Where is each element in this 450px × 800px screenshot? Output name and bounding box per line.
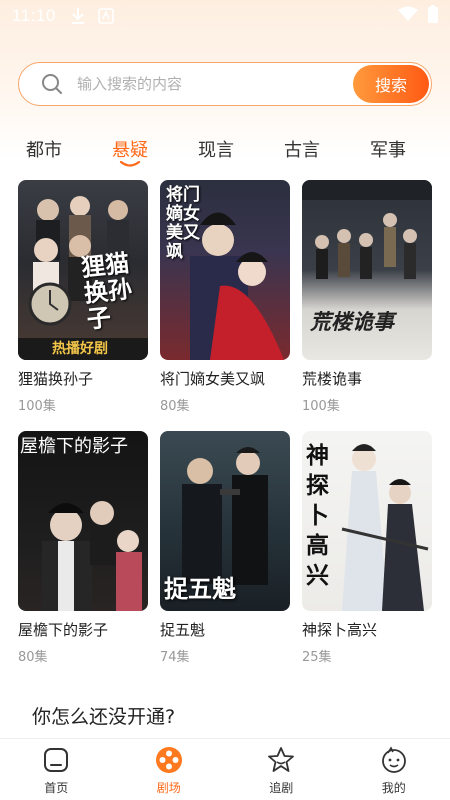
drama-card[interactable]: 狸猫换孙子 热播好剧 狸猫换孙子 100集 bbox=[18, 180, 148, 414]
drama-poster[interactable]: 捉五魁 bbox=[160, 431, 290, 611]
poster-title-text: 屋檐下的影子 bbox=[20, 436, 128, 457]
tab-label: 现言 bbox=[198, 140, 234, 161]
drama-episodes: 80集 bbox=[18, 650, 48, 665]
wifi-icon bbox=[398, 6, 418, 27]
tab-guyan[interactable]: 古言 bbox=[272, 136, 332, 162]
nav-item-home[interactable]: 首页 bbox=[0, 739, 113, 800]
drama-title[interactable]: 屋檐下的影子 bbox=[18, 619, 148, 640]
drama-episodes: 80集 bbox=[160, 399, 190, 414]
drama-card[interactable]: 神探卜高兴 神探卜高兴 25集 bbox=[302, 431, 432, 665]
drama-episodes: 100集 bbox=[18, 399, 56, 414]
tab-active-indicator bbox=[119, 160, 141, 167]
category-tabs: 都市 悬疑 现言 古言 军事 bbox=[0, 136, 450, 168]
drama-card[interactable]: 屋檐下的影子 屋檐下的影子 80集 bbox=[18, 431, 148, 665]
nav-label: 追剧 bbox=[269, 781, 294, 795]
poster-title-text: 荒楼诡事 bbox=[310, 309, 394, 334]
poster-title-text: 将门嫡女美又飒 bbox=[166, 185, 200, 262]
battery-icon bbox=[428, 4, 438, 28]
drama-poster[interactable]: 荒楼诡事 bbox=[302, 180, 432, 360]
tab-xianyan[interactable]: 现言 bbox=[186, 136, 246, 162]
drama-title[interactable]: 神探卜高兴 bbox=[302, 619, 432, 640]
poster-title-text: 神探卜高兴 bbox=[306, 442, 329, 589]
search-button[interactable]: 搜索 bbox=[353, 65, 429, 103]
poster-title-text: 捉五魁 bbox=[164, 574, 236, 603]
tab-dushi[interactable]: 都市 bbox=[14, 136, 74, 162]
home-icon bbox=[44, 748, 69, 772]
tab-label: 都市 bbox=[26, 140, 62, 161]
promo-text[interactable]: 你怎么还没开通? bbox=[32, 702, 175, 729]
tab-junshi[interactable]: 军事 bbox=[358, 136, 418, 162]
nav-item-theater[interactable]: 剧场 bbox=[113, 739, 226, 800]
poster-tag-text: 热播好剧 bbox=[52, 341, 108, 357]
drama-poster[interactable]: 将门嫡女美又飒 bbox=[160, 180, 290, 360]
search-input[interactable] bbox=[77, 75, 327, 93]
tab-label: 军事 bbox=[370, 140, 406, 161]
nav-label: 我的 bbox=[381, 781, 406, 795]
drama-poster[interactable]: 屋檐下的影子 bbox=[18, 431, 148, 611]
drama-card[interactable]: 荒楼诡事 荒楼诡事 100集 bbox=[302, 180, 432, 414]
drama-card[interactable]: 将门嫡女美又飒 将门嫡女美又飒 80集 bbox=[160, 180, 290, 414]
drama-poster[interactable]: 神探卜高兴 bbox=[302, 431, 432, 611]
tab-xuanyi[interactable]: 悬疑 bbox=[100, 136, 160, 167]
search-icon bbox=[42, 74, 62, 94]
nav-item-profile[interactable]: 我的 bbox=[338, 739, 450, 800]
nav-label: 首页 bbox=[44, 781, 69, 795]
search-bar: 搜索 bbox=[18, 62, 432, 106]
drama-poster[interactable]: 狸猫换孙子 热播好剧 bbox=[18, 180, 148, 360]
drama-episodes: 100集 bbox=[302, 399, 340, 414]
drama-title[interactable]: 捉五魁 bbox=[160, 619, 290, 640]
tab-label: 悬疑 bbox=[112, 140, 148, 161]
theater-icon bbox=[155, 747, 182, 773]
drama-title[interactable]: 荒楼诡事 bbox=[302, 368, 432, 389]
profile-icon bbox=[381, 746, 406, 773]
app-icon bbox=[97, 8, 114, 24]
drama-episodes: 74集 bbox=[160, 650, 190, 665]
drama-episodes: 25集 bbox=[302, 650, 332, 665]
drama-title[interactable]: 狸猫换孙子 bbox=[18, 368, 148, 389]
status-time: 11:10 bbox=[12, 6, 56, 25]
status-bar: 11:10 bbox=[0, 0, 450, 32]
drama-title[interactable]: 将门嫡女美又飒 bbox=[160, 368, 290, 389]
bottom-nav: 首页 剧场 追剧 我的 bbox=[0, 738, 450, 800]
download-icon bbox=[70, 7, 86, 25]
nav-item-follow[interactable]: 追剧 bbox=[225, 739, 338, 800]
star-icon bbox=[268, 747, 295, 772]
nav-label: 剧场 bbox=[156, 781, 181, 795]
drama-card[interactable]: 捉五魁 捉五魁 74集 bbox=[160, 431, 290, 665]
tab-label: 古言 bbox=[284, 140, 320, 161]
poster-title-text: 狸猫换孙子 bbox=[79, 248, 134, 334]
